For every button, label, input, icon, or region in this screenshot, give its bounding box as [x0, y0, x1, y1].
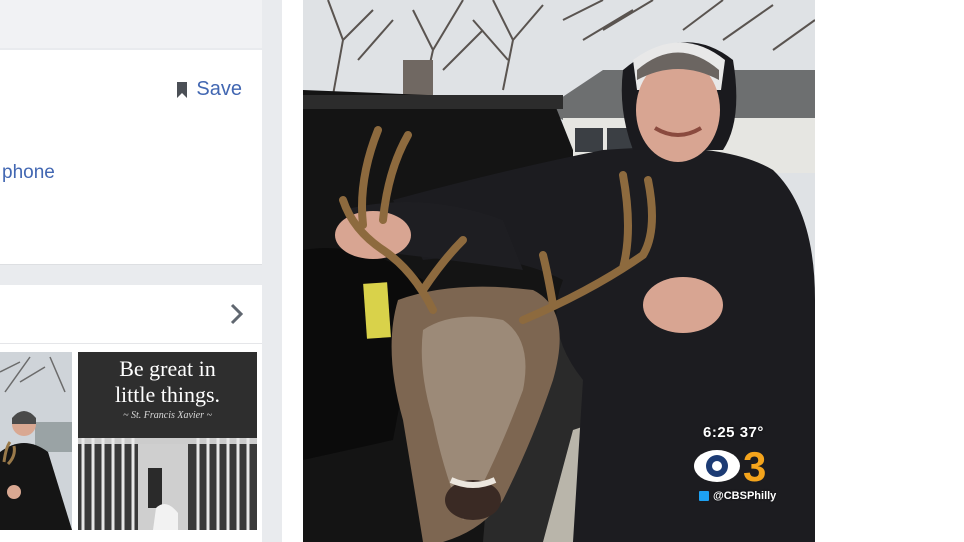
time-temperature: 6:25 37° — [703, 424, 764, 441]
photos-header — [0, 285, 262, 344]
phone-link[interactable]: phone — [2, 162, 55, 184]
quote-attribution: ~ St. Francis Xavier ~ — [123, 410, 212, 421]
quote-block: Be great in little things. ~ St. Francis… — [78, 352, 257, 438]
twitter-icon — [699, 491, 709, 501]
facebook-sidebar: Save phone Be great in little things. ~ … — [0, 0, 282, 542]
photo-thumbnail[interactable]: Be great in little things. ~ St. Francis… — [78, 352, 257, 530]
thumbnail-image — [0, 352, 72, 530]
quote-line: Be great in — [119, 356, 216, 381]
save-button[interactable]: Save — [176, 78, 242, 101]
quote-line: little things. — [114, 382, 221, 407]
twitter-handle: @CBSPhilly — [699, 490, 776, 502]
page-info-card: Save phone — [0, 50, 262, 265]
twitter-handle-text: @CBSPhilly — [713, 490, 777, 502]
save-label: Save — [196, 78, 242, 100]
photos-card: Be great in little things. ~ St. Francis… — [0, 285, 262, 542]
right-margin — [815, 0, 964, 542]
cbs-eye-icon: 3 — [694, 443, 766, 490]
photo-thumbnail[interactable] — [0, 352, 72, 530]
fence-image — [78, 438, 257, 530]
chevron-right-icon[interactable] — [230, 303, 244, 330]
top-card-strip — [0, 0, 262, 48]
channel-number: 3 — [743, 443, 766, 490]
bookmark-icon — [176, 81, 188, 98]
cbs3-logo: 3 — [693, 441, 793, 491]
